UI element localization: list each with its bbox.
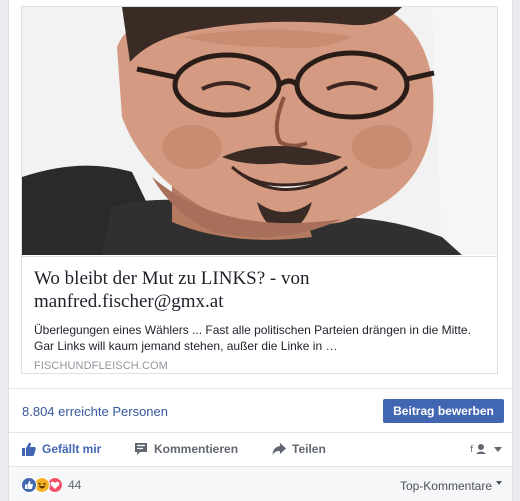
thumbs-up-icon [22,442,36,456]
link-preview-card[interactable]: Wo bleibt der Mut zu LINKS? - von manfre… [21,6,498,374]
svg-text:f: f [470,445,474,454]
insights-row: 8.804 erreichte Personen Beitrag bewerbe… [9,388,512,432]
facebook-post: Wo bleibt der Mut zu LINKS? - von manfre… [8,0,513,501]
reaction-count: 44 [68,478,82,492]
share-arrow-icon [272,442,286,456]
chevron-down-icon [496,481,502,485]
audience-icon: f [470,442,488,457]
link-preview-text[interactable]: Wo bleibt der Mut zu LINKS? - von manfre… [22,256,497,373]
share-audience-selector[interactable]: f [470,442,502,457]
link-domain: FISCHUNDFLEISCH.COM [34,360,168,372]
share-label: Teilen [292,442,326,456]
actions-row: Gefällt mir Kommentieren Teilen f [9,432,512,466]
comment-button[interactable]: Kommentieren [134,442,238,456]
reactions-row: 44 Top-Kommentare [9,466,512,501]
like-label: Gefällt mir [42,442,102,456]
reactions-summary[interactable]: 44 [21,477,81,493]
chevron-down-icon [494,447,502,452]
link-preview-image[interactable] [22,7,497,255]
like-button[interactable]: Gefällt mir [22,442,101,456]
reach-link[interactable]: 8.804 erreichte Personen [22,404,168,419]
like-reaction-icon [21,477,37,493]
comment-sort-dropdown[interactable]: Top-Kommentare [400,479,502,493]
comment-sort-label: Top-Kommentare [399,479,492,493]
link-description: Überlegungen eines Wählers ... Fast alle… [34,323,471,353]
comment-label: Kommentieren [154,442,239,456]
comment-icon [134,442,148,456]
boost-post-button[interactable]: Beitrag bewerben [383,399,504,423]
link-title[interactable]: Wo bleibt der Mut zu LINKS? - von manfre… [34,267,485,313]
portrait-illustration [22,7,497,255]
share-button[interactable]: Teilen [272,442,326,456]
